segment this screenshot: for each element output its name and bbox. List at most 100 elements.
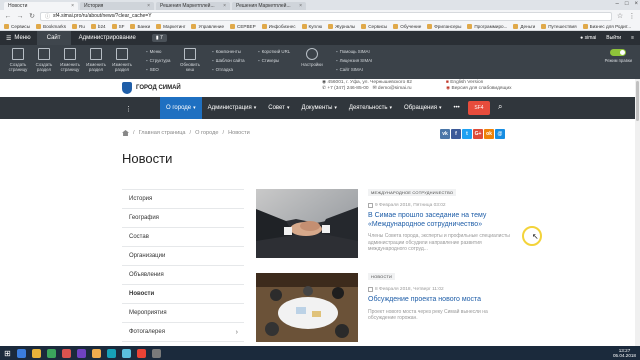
bookmark-item[interactable]: Управление — [191, 23, 224, 29]
sidebar-item[interactable]: История — [122, 190, 244, 209]
bookmark-item[interactable]: Куплю — [301, 23, 322, 29]
help-link[interactable]: Помощь SIMAI — [336, 49, 372, 54]
close-icon[interactable]: × — [299, 3, 302, 9]
social-share-button[interactable]: f — [451, 129, 461, 139]
back-icon[interactable]: ← — [4, 13, 12, 20]
page-scrollbar[interactable] — [635, 79, 640, 346]
social-share-button[interactable]: t — [462, 129, 472, 139]
search-icon[interactable]: ⌕ — [498, 102, 502, 112]
clock[interactable]: 13:27 05.04.2018 — [613, 348, 636, 358]
components-tool-link[interactable]: Компоненты — [212, 49, 245, 54]
close-icon[interactable]: × — [71, 3, 74, 9]
settings-button[interactable]: Настройки — [300, 48, 324, 67]
taskbar-app-icon[interactable] — [106, 348, 116, 358]
social-share-button[interactable]: G+ — [473, 129, 483, 139]
browser-tab[interactable]: Решения Маркетплей... × — [156, 2, 230, 10]
template-tool-link[interactable]: Шаблон сайта — [212, 58, 245, 63]
english-version-link[interactable]: English Version — [450, 80, 483, 85]
taskbar-app-icon[interactable] — [16, 348, 26, 358]
seo-tool-link[interactable]: SEO — [146, 67, 170, 72]
nav-item[interactable]: ••• — [447, 97, 465, 119]
license-link[interactable]: Лицензия SIMAI — [336, 58, 373, 63]
edit-mode-toggle[interactable]: Режим правки — [605, 49, 632, 63]
minimize-icon[interactable]: – — [616, 1, 619, 7]
social-share-button[interactable]: ok — [484, 129, 494, 139]
edit-page-button[interactable]: Изменить страницу — [58, 48, 82, 72]
news-title-link[interactable]: В Симае прошло заседание на тему «Междун… — [368, 212, 512, 229]
social-share-button[interactable]: vk — [440, 129, 450, 139]
bookmark-item[interactable]: b24 — [90, 23, 106, 29]
nav-item[interactable]: Деятельность ▾ — [343, 97, 398, 119]
create-section-button[interactable]: Создать раздел — [32, 48, 56, 72]
scrollbar-thumb[interactable] — [636, 81, 639, 121]
sidebar-item[interactable]: Объявления — [122, 266, 244, 285]
bookmark-item[interactable]: Маркетинг — [156, 23, 185, 29]
bookmark-item[interactable]: Программиро... — [467, 23, 507, 29]
sidebar-item[interactable]: Фотогалерея › — [122, 323, 244, 342]
email-link[interactable]: demo@simai.ru — [378, 86, 412, 91]
nav-item[interactable]: Обращения ▾ — [398, 97, 447, 119]
taskbar-app-icon[interactable] — [46, 348, 56, 358]
news-tag[interactable]: Международное сотрудничество — [368, 189, 457, 196]
breadcrumb-item[interactable]: Главная страница — [139, 130, 186, 136]
sidebar-item[interactable]: Мероприятия — [122, 304, 244, 323]
sidebar-item[interactable]: Новости — [122, 285, 244, 304]
bookmark-item[interactable]: Бизнес для Родит... — [582, 23, 631, 29]
site-logo[interactable]: ГОРОД СИМАЙ — [122, 82, 181, 94]
sidebar-item[interactable]: Организации — [122, 247, 244, 266]
news-image-handshake[interactable] — [256, 189, 358, 258]
bookmark-item[interactable]: Инфобизнес — [261, 23, 296, 29]
refresh-cache-button[interactable]: Обновить кеш — [178, 48, 202, 72]
taskbar-app-icon[interactable] — [121, 348, 131, 358]
simai-site-link[interactable]: Сайт SIMAI — [336, 67, 372, 72]
bookmark-item[interactable]: Фрилансеры — [427, 23, 461, 29]
taskbar-app-icon[interactable] — [91, 348, 101, 358]
close-icon[interactable]: × — [223, 3, 226, 9]
bookmark-item[interactable]: Обучение — [393, 23, 421, 29]
browser-tab[interactable]: Новости × — [4, 2, 78, 10]
bookmark-item[interactable]: СЕРВЕР — [230, 23, 256, 29]
taskbar-app-icon[interactable] — [61, 348, 71, 358]
accessibility-link[interactable]: Версия для слабовидящих — [452, 86, 512, 91]
nav-item[interactable]: Документы ▾ — [295, 97, 342, 119]
nav-item[interactable]: Администрация ▾ — [202, 97, 263, 119]
reload-icon[interactable]: ↻ — [28, 12, 36, 20]
home-icon[interactable] — [122, 130, 129, 136]
nav-item[interactable]: О городе ▾ — [160, 97, 202, 119]
sidebar-item[interactable]: Состав — [122, 228, 244, 247]
short-url-tool-link[interactable]: Короткий URL — [258, 49, 291, 54]
grid-menu-icon[interactable]: ⋮ — [125, 105, 132, 113]
notification-badge[interactable]: ▮ 7 — [151, 34, 167, 42]
close-icon[interactable]: × — [147, 3, 150, 9]
bookmark-item[interactable]: Журналы — [328, 23, 355, 29]
taskbar-app-icon[interactable] — [151, 348, 161, 358]
sidebar-item[interactable]: География — [122, 209, 244, 228]
star-icon[interactable]: ☆ — [616, 12, 624, 20]
bookmark-item[interactable]: Bookmarks — [36, 23, 66, 29]
stickers-tool-link[interactable]: Стикеры — [258, 58, 290, 63]
news-tag[interactable]: Новости — [368, 273, 396, 280]
nav-item[interactable]: Совет ▾ — [262, 97, 295, 119]
admin-tab-site[interactable]: Сайт — [36, 31, 71, 45]
forward-icon[interactable]: → — [16, 13, 24, 20]
browser-tab[interactable]: История × — [80, 2, 154, 10]
create-page-button[interactable]: Создать страницу — [6, 48, 30, 72]
news-title-link[interactable]: Обсуждение проекта нового моста — [368, 296, 512, 305]
taskbar-app-icon[interactable] — [76, 348, 86, 358]
structure-tool-link[interactable]: Структура — [146, 58, 171, 63]
bookmark-item[interactable]: Банки — [130, 23, 150, 29]
edit-section-button[interactable]: Изменить раздел — [84, 48, 108, 72]
browser-tab[interactable]: Решения Маркетплей... × — [232, 2, 306, 10]
breadcrumb-item[interactable]: О городе — [195, 130, 218, 136]
social-share-button[interactable]: @ — [495, 129, 505, 139]
admin-menu-button[interactable]: ☰ Меню — [0, 31, 37, 45]
taskbar-app-icon[interactable] — [136, 348, 146, 358]
taskbar-app-icon[interactable] — [31, 348, 41, 358]
maximize-icon[interactable]: □ — [625, 1, 629, 7]
toggle-switch[interactable] — [610, 49, 627, 56]
bookmark-item[interactable]: Сервисы — [4, 23, 30, 29]
pin-icon[interactable]: ≡ — [631, 35, 634, 41]
bookmark-item[interactable]: SF — [111, 23, 124, 29]
edit-section-button-2[interactable]: Изменить раздел — [110, 48, 134, 72]
user-link[interactable]: ● simai — [580, 35, 596, 41]
